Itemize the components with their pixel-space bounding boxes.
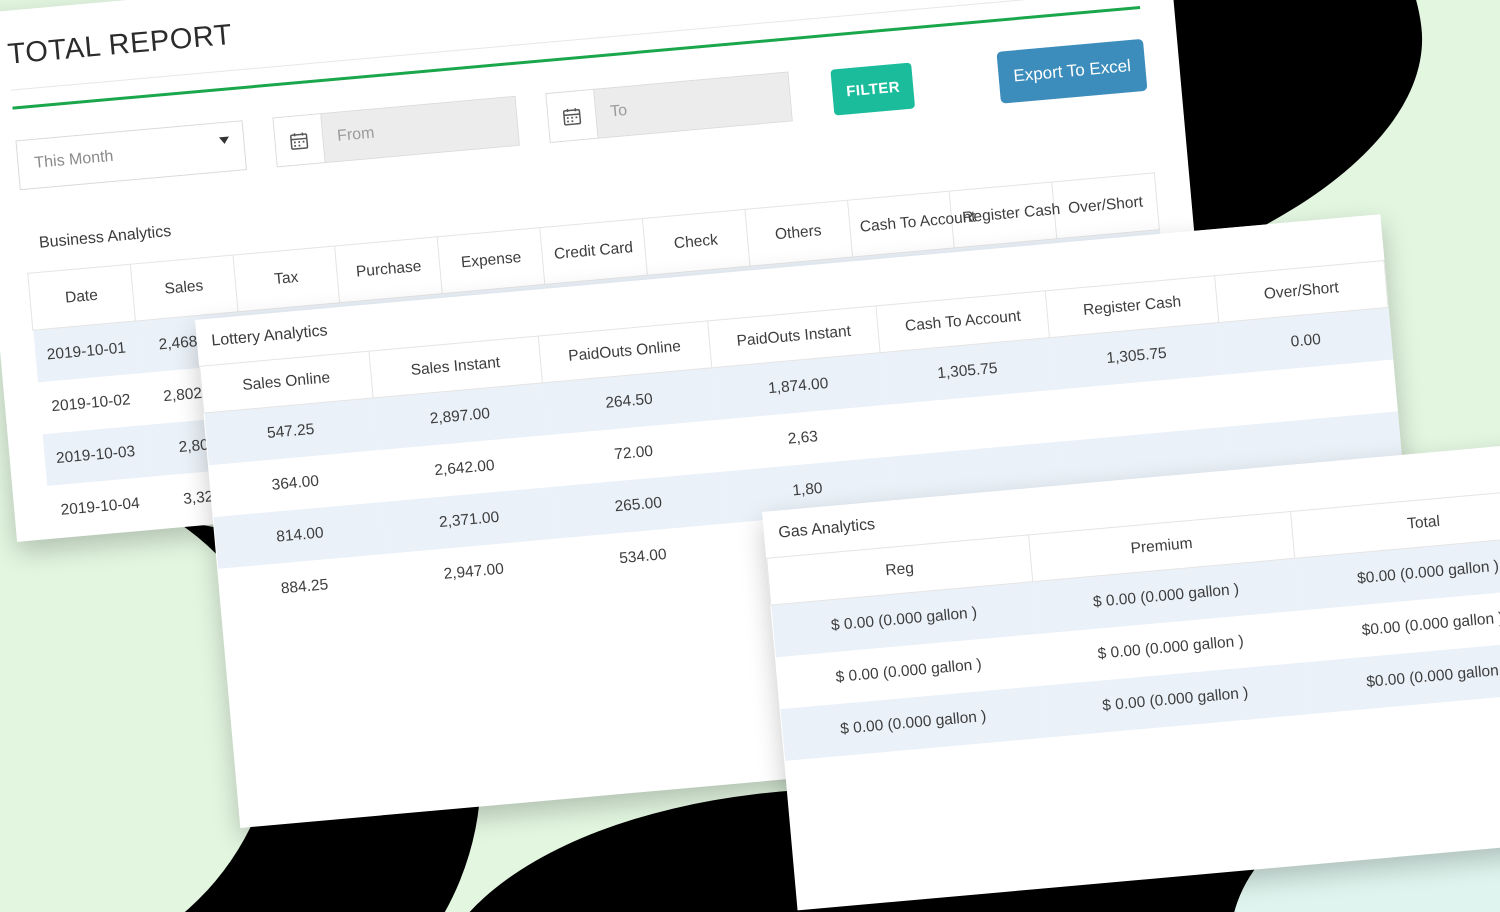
column-header: Expense (437, 227, 545, 294)
table-cell: 2019-10-04 (59, 494, 141, 519)
table-cell: 2019-10-02 (50, 391, 132, 416)
calendar-icon[interactable] (273, 114, 326, 167)
calendar-icon[interactable] (546, 89, 599, 142)
from-date-input[interactable]: From (321, 96, 519, 162)
column-header: Check (642, 209, 750, 276)
column-header: Date (27, 264, 136, 331)
chevron-down-icon (218, 136, 230, 145)
column-header: Purchase (335, 236, 443, 303)
column-header: Credit Card (539, 218, 648, 285)
column-header: Tax (232, 245, 341, 312)
range-select[interactable]: This Month (15, 120, 247, 191)
range-select-value: This Month (33, 147, 115, 172)
table-cell: 2019-10-01 (46, 339, 127, 364)
to-date-input[interactable]: To (594, 72, 792, 138)
gas-analytics-card: Gas Analytics Reg Premium Total $ 0.00 (0.… (762, 441, 1500, 911)
to-date-field[interactable]: To (545, 71, 794, 143)
table-cell: 2019-10-03 (55, 443, 136, 468)
column-header: Others (744, 200, 853, 267)
column-header: Over/Short (1051, 172, 1160, 239)
filter-button[interactable]: FILTER (830, 62, 916, 116)
column-header: Cash To Account (847, 191, 976, 258)
export-to-excel-button[interactable]: Export To Excel (996, 38, 1148, 104)
column-header: Sales (130, 255, 238, 322)
screenshot-stage: TOTAL REPORT This Month From To FILTER E… (0, 0, 1500, 912)
from-date-field[interactable]: From (272, 95, 520, 168)
column-header: Register Cash (949, 181, 1061, 248)
